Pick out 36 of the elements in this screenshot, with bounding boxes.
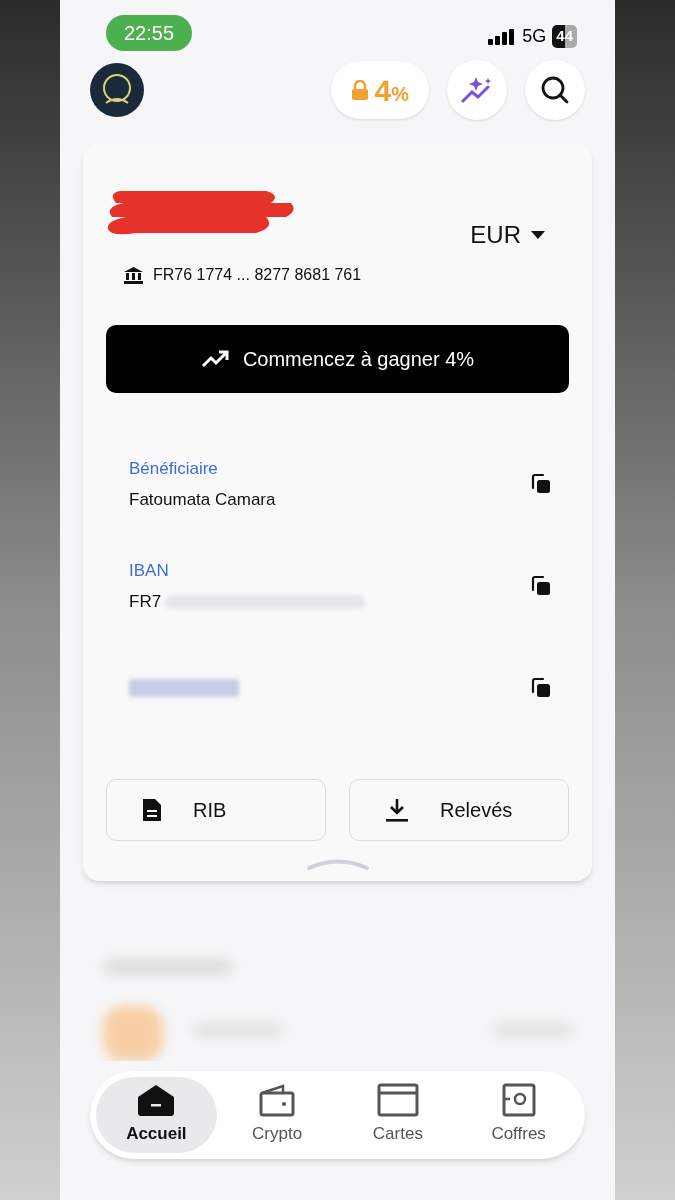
action-button[interactable]: RIB	[106, 779, 326, 841]
drag-handle[interactable]	[305, 857, 370, 871]
safe-icon	[501, 1083, 536, 1118]
search-button[interactable]	[525, 60, 585, 120]
sparkle-chart-button[interactable]	[447, 60, 507, 120]
copy-icon[interactable]	[529, 574, 553, 598]
tab-item[interactable]: Coffres	[458, 1077, 579, 1153]
rate-value: 4%	[374, 72, 409, 109]
field-label: Bénéficiaire	[129, 457, 219, 480]
trending-up-icon	[200, 350, 229, 368]
copy-icon[interactable]	[529, 676, 553, 700]
field-label: IBAN	[129, 559, 170, 582]
document-icon	[141, 797, 163, 823]
field-value: Fatoumata Camara	[129, 489, 276, 511]
tab-item[interactable]: Crypto	[216, 1077, 338, 1153]
tab-item[interactable]: Cartes	[337, 1077, 459, 1153]
wallet-icon	[259, 1083, 296, 1118]
signal-icon	[488, 28, 517, 45]
earn-interest-button[interactable]: Commencez à gagner 4%	[106, 325, 569, 393]
tab-item[interactable]: Accueil	[96, 1077, 217, 1153]
copy-icon[interactable]	[529, 472, 553, 496]
card-icon	[376, 1083, 419, 1118]
bank-icon	[124, 266, 143, 284]
field-value: FR7	[129, 591, 162, 613]
currency-selector[interactable]: EUR	[470, 217, 545, 253]
sparkle-chart-icon	[461, 75, 493, 105]
caret-icon	[531, 231, 545, 239]
avatar[interactable]	[90, 63, 144, 117]
search-icon	[540, 75, 570, 105]
status-time: 22:55	[106, 14, 193, 51]
iban-summary: FR76 1774 ... 8277 8681 761	[153, 265, 362, 285]
home-icon	[136, 1083, 177, 1118]
download-icon	[384, 797, 410, 823]
network-label: 5G	[522, 25, 547, 48]
lock-icon	[350, 80, 369, 100]
action-button[interactable]: Relevés	[349, 779, 569, 841]
